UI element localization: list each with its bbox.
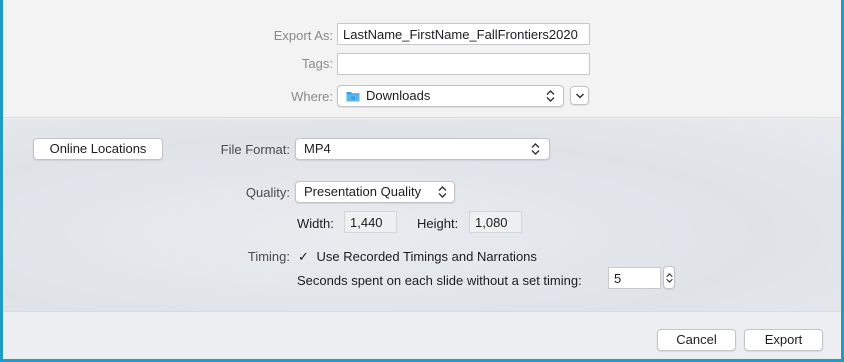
quality-value: Presentation Quality [304,184,422,199]
quality-popup[interactable]: Presentation Quality [295,181,455,203]
width-label: Width: [297,216,334,231]
export-dialog: Export As: LastName_FirstName_FallFronti… [0,0,844,362]
chevron-updown-icon [438,186,447,198]
dialog-footer: Cancel Export [3,311,841,359]
timing-checkbox-label: Use Recorded Timings and Narrations [316,249,537,264]
timing-label: Timing: [247,249,290,264]
chevron-updown-icon [546,90,555,102]
seconds-stepper[interactable] [663,266,675,289]
seconds-input[interactable]: 5 [608,267,661,289]
checkmark-icon: ✓ [298,249,309,264]
cancel-button[interactable]: Cancel [657,329,736,351]
height-input[interactable]: 1,080 [469,211,522,233]
expand-browser-button[interactable] [570,86,589,105]
where-label: Where: [291,89,333,104]
seconds-label: Seconds spent on each slide without a se… [297,273,582,288]
tags-input[interactable] [337,53,590,75]
file-format-label: File Format: [220,142,290,157]
where-popup[interactable]: Downloads [337,85,564,107]
width-input[interactable]: 1,440 [344,211,397,233]
export-options-pane: Online Locations File Format: MP4 Qualit… [3,119,841,311]
file-format-popup[interactable]: MP4 [295,138,550,160]
folder-icon [346,92,360,102]
online-locations-button[interactable]: Online Locations [33,138,163,160]
stepper-arrows-icon [666,273,673,283]
height-label: Height: [417,216,459,231]
quality-label: Quality: [245,185,290,200]
export-as-input[interactable]: LastName_FirstName_FallFrontiers2020 [337,23,590,45]
chevron-updown-icon [531,143,540,155]
export-as-label: Export As: [273,28,333,43]
tags-label: Tags: [301,56,333,71]
export-button[interactable]: Export [744,329,823,351]
timing-checkbox[interactable]: ✓ Use Recorded Timings and Narrations [298,249,537,265]
chevron-down-icon [575,93,585,99]
file-format-value: MP4 [304,141,331,156]
save-location-pane: Export As: LastName_FirstName_FallFronti… [3,0,841,118]
where-value: Downloads [366,88,431,103]
